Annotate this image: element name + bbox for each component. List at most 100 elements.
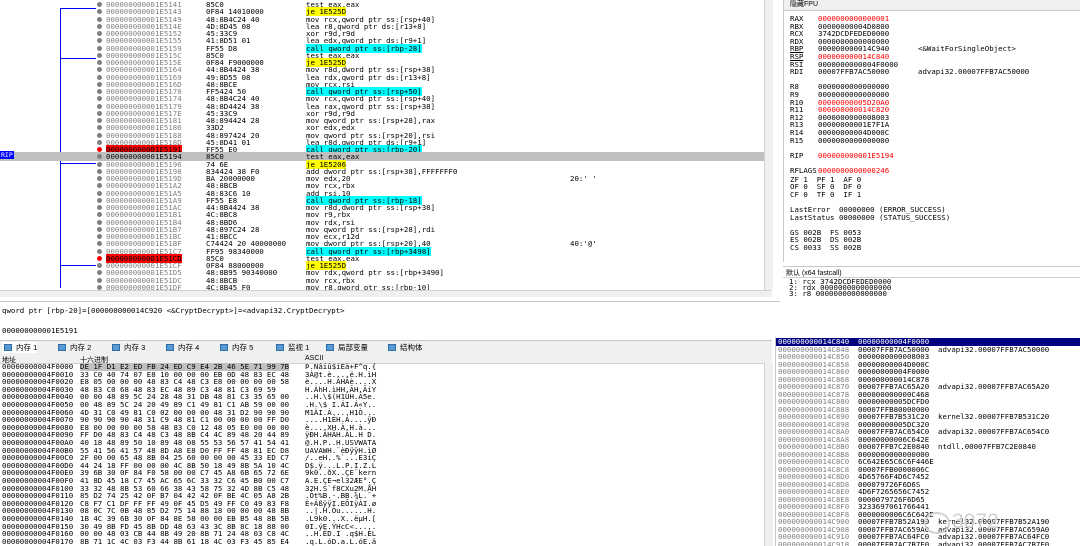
breakpoint-dot[interactable]	[97, 67, 102, 73]
tab-label: 内存 1	[16, 343, 38, 352]
tab-icon	[112, 344, 120, 351]
call-args-list: 1: rcx 3742DCDFEDED0000 2: rdx 0000000000…	[789, 278, 891, 298]
disasm-scrollbar[interactable]	[764, 0, 773, 290]
breakpoint-dot[interactable]	[97, 132, 102, 138]
breakpoint-dot[interactable]	[97, 110, 102, 116]
breakpoint-dot[interactable]	[97, 60, 102, 65]
breakpoint-dot[interactable]	[97, 270, 102, 276]
tab-memory-1[interactable]: 内存 1	[2, 342, 38, 353]
register-value: 0000000000000000	[818, 135, 890, 145]
breakpoint-dot[interactable]	[97, 2, 102, 7]
tab-memory-4[interactable]: 内存 4	[164, 342, 199, 353]
register-rip[interactable]: RIP 000000000001E5194	[790, 150, 918, 160]
disasm-hscrollbar[interactable]	[0, 290, 772, 297]
breakpoint-dot[interactable]	[97, 118, 102, 123]
register-name: RIP	[790, 150, 804, 160]
hide-fpu-label: 隐藏FPU	[790, 1, 818, 8]
tab-struct[interactable]: 结构体	[386, 342, 423, 353]
breakpoint-dot[interactable]	[97, 45, 102, 51]
register-value: 0000000000000246	[818, 166, 890, 175]
memory-dump[interactable]: 00000000004F0000 DE 1F D1 E2 ED FB 24 ED …	[0, 363, 772, 546]
breakpoint-dot[interactable]	[97, 81, 102, 87]
disassembly-pane[interactable]: 000000000001E5141 85C0 test eax,eax 0000000…	[0, 0, 772, 296]
breakpoint-dot[interactable]	[97, 139, 102, 145]
info-line-address: 000000000001E5191	[2, 326, 78, 335]
breakpoint-dot[interactable]	[97, 190, 102, 196]
stack-row[interactable]: 000000000014C918 00007FFB7AC7B7F0 advapi32…	[776, 539, 1080, 546]
tab-icon	[4, 344, 12, 351]
hide-fpu-toggle[interactable]: 隐藏FPU	[784, 0, 1080, 11]
breakpoint-dot[interactable]	[97, 9, 102, 15]
tab-icon	[326, 344, 334, 351]
breakpoint-dot[interactable]	[97, 234, 102, 239]
dump-ascii: .q.L.óD.a.L.óE.ä	[305, 536, 377, 546]
register-value: 000000000001E5194	[818, 150, 894, 160]
register-name: RFLAGS	[790, 166, 817, 175]
breakpoint-dot[interactable]	[97, 255, 102, 261]
breakpoint-dot[interactable]	[97, 96, 102, 102]
register-name: R15	[790, 135, 804, 145]
tab-memory-2[interactable]: 内存 2	[56, 342, 91, 353]
breakpoint-dot[interactable]	[97, 125, 102, 131]
breakpoint-dot[interactable]	[97, 168, 102, 174]
breakpoint-dot[interactable]	[97, 16, 102, 22]
tab-icon	[276, 344, 284, 351]
watermark-text: 3072	[952, 510, 999, 533]
breakpoint-dot[interactable]	[97, 31, 102, 36]
dump-header-ascii: ASCII	[305, 355, 324, 362]
register-rdi[interactable]: RDI 00007FFB7AC50000 advapi32.00007FFB7AC5…	[790, 68, 1029, 76]
dump-scrollbar[interactable]	[764, 363, 773, 546]
register-name: RDI	[790, 67, 804, 77]
breakpoint-dot[interactable]	[97, 183, 102, 189]
breakpoint-dot[interactable]	[97, 161, 102, 167]
breakpoint-dot[interactable]	[97, 52, 102, 58]
dump-row[interactable]: 00000000004F0170 8B 71 1C 4C 03 F3 44 8B …	[0, 536, 764, 546]
breakpoint-dot[interactable]	[97, 89, 102, 94]
tab-locals[interactable]: 局部变量	[324, 342, 368, 353]
breakpoint-dot[interactable]	[97, 248, 102, 254]
last-status: LastStatus 00000000 (STATUS_SUCCESS)	[790, 212, 951, 222]
breakpoint-dot[interactable]	[97, 74, 102, 80]
breakpoint-dot[interactable]	[97, 212, 102, 218]
call-arg: 3: r8 0000000000000000	[789, 289, 887, 298]
tab-icon	[388, 344, 396, 351]
breakpoint-dot[interactable]	[97, 38, 102, 44]
segment-row[interactable]: CS 0033 SS 002B	[790, 244, 861, 252]
breakpoint-dot[interactable]	[97, 277, 102, 283]
wechat-watermark-icon	[924, 512, 950, 534]
stack-value: 00007FFB7AC7B7F0	[858, 539, 930, 546]
breakpoint-dot[interactable]	[97, 205, 102, 210]
dump-address: 00000000004F0170	[2, 536, 74, 546]
register-rflags[interactable]: RFLAGS0000000000000246	[790, 167, 918, 175]
rip-marker: RIP	[0, 151, 14, 159]
tab-label: 局部变量	[338, 343, 368, 352]
register-r15[interactable]: R15 0000000000000000	[790, 135, 918, 145]
dump-tabs: 内存 1 内存 2 内存 3 内存 4 内存 5 监视 1 局部变量 结构体	[0, 340, 772, 355]
flags-row[interactable]: CF 0 TF 0 IF 1	[790, 190, 861, 199]
tab-memory-5[interactable]: 内存 5	[218, 342, 253, 353]
breakpoint-dot[interactable]	[97, 147, 102, 152]
breakpoint-dot[interactable]	[97, 226, 102, 232]
breakpoint-dot[interactable]	[97, 154, 102, 160]
breakpoint-dot[interactable]	[97, 176, 102, 181]
tab-label: 内存 3	[124, 343, 146, 352]
breakpoint-dot[interactable]	[97, 23, 102, 29]
registers-pane: 隐藏FPU RAX 0000000000000001 RBX 00000000004D…	[783, 0, 1080, 262]
tab-label: 监视 1	[288, 343, 310, 352]
tab-icon	[166, 344, 174, 351]
stack-address: 000000000014C918	[778, 539, 850, 546]
stack-comment: advapi32.00007FFB7AC7B7F0	[938, 539, 1050, 546]
register-comment: <&WaitForSingleObject>	[918, 44, 1016, 54]
info-line-operand: qword ptr [rbp-20]=[000000000014C920 <&C…	[2, 306, 345, 315]
breakpoint-dot[interactable]	[97, 197, 102, 203]
tab-icon	[220, 344, 228, 351]
breakpoint-dot[interactable]	[97, 241, 102, 247]
tab-memory-3[interactable]: 内存 3	[110, 342, 145, 353]
register-comment: advapi32.00007FFB7AC50000	[918, 67, 1030, 77]
breakpoint-dot[interactable]	[97, 284, 102, 290]
breakpoint-dot[interactable]	[97, 263, 102, 268]
tab-label: 结构体	[400, 343, 423, 352]
breakpoint-dot[interactable]	[97, 219, 102, 225]
breakpoint-dot[interactable]	[97, 103, 102, 109]
tab-watch-1[interactable]: 监视 1	[274, 342, 309, 353]
